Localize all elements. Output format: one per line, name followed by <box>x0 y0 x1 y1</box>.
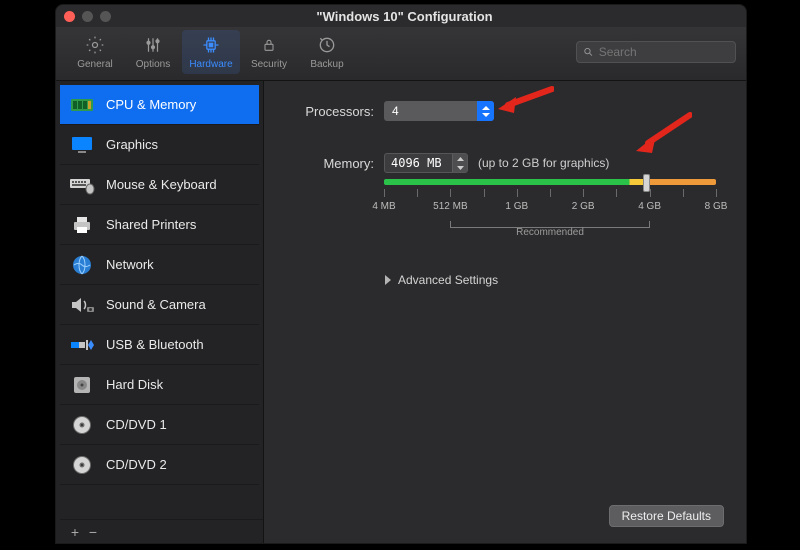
sidebar-add-remove: + − <box>60 519 263 543</box>
sidebar-item-usb-bluetooth[interactable]: USB & Bluetooth <box>60 325 259 365</box>
remove-button[interactable]: − <box>84 524 102 540</box>
sidebar-item-hard-disk[interactable]: Hard Disk <box>60 365 259 405</box>
search-icon <box>583 46 594 58</box>
advanced-settings-toggle[interactable]: Advanced Settings <box>384 273 724 287</box>
chevron-right-icon <box>384 275 392 285</box>
search-input[interactable] <box>599 45 729 59</box>
gear-icon <box>85 34 105 56</box>
sidebar-item-label: CD/DVD 1 <box>106 417 167 432</box>
usb-icon <box>68 333 96 357</box>
processors-label: Processors: <box>286 104 374 119</box>
config-window: "Windows 10" Configuration General Optio… <box>55 4 747 544</box>
sidebar-item-cpu-memory[interactable]: CPU & Memory <box>60 85 259 125</box>
tab-general[interactable]: General <box>66 30 124 74</box>
sidebar: CPU & Memory Graphics Mouse & Keyboard S… <box>56 81 264 543</box>
memory-slider[interactable]: 4 MB 512 MB 1 GB 2 GB 4 GB 8 GB Recommen… <box>384 179 716 235</box>
memory-hint: (up to 2 GB for graphics) <box>478 156 609 170</box>
tab-hardware[interactable]: Hardware <box>182 30 240 74</box>
sidebar-item-label: Hard Disk <box>106 377 163 392</box>
search-field[interactable] <box>576 41 736 63</box>
keyboard-icon <box>68 173 96 197</box>
printer-icon <box>68 213 96 237</box>
select-arrows-icon <box>477 101 494 121</box>
sidebar-item-label: Shared Printers <box>106 217 196 232</box>
sidebar-item-label: Sound & Camera <box>106 297 206 312</box>
memory-value: 4096 MB <box>385 156 452 170</box>
chip-icon <box>200 34 222 56</box>
monitor-icon <box>68 133 96 157</box>
sidebar-item-sound-camera[interactable]: Sound & Camera <box>60 285 259 325</box>
cpu-icon <box>68 93 96 117</box>
sidebar-item-shared-printers[interactable]: Shared Printers <box>60 205 259 245</box>
stepper-arrows-icon <box>452 154 467 172</box>
sidebar-item-cddvd-2[interactable]: CD/DVD 2 <box>60 445 259 485</box>
restore-defaults-button[interactable]: Restore Defaults <box>609 505 724 527</box>
tab-options[interactable]: Options <box>124 30 182 74</box>
sliders-icon <box>144 34 162 56</box>
sidebar-item-label: CD/DVD 2 <box>106 457 167 472</box>
titlebar: "Windows 10" Configuration <box>56 5 746 27</box>
body: CPU & Memory Graphics Mouse & Keyboard S… <box>56 81 746 543</box>
disc-icon <box>68 453 96 477</box>
slider-track <box>384 179 716 185</box>
recommended-range: Recommended <box>384 221 716 235</box>
memory-label: Memory: <box>286 156 374 171</box>
sidebar-item-label: USB & Bluetooth <box>106 337 204 352</box>
window-title: "Windows 10" Configuration <box>71 9 738 24</box>
speaker-icon <box>68 293 96 317</box>
sidebar-item-label: Network <box>106 257 154 272</box>
sidebar-item-cddvd-1[interactable]: CD/DVD 1 <box>60 405 259 445</box>
sidebar-item-label: Mouse & Keyboard <box>106 177 217 192</box>
sidebar-item-label: CPU & Memory <box>106 97 196 112</box>
main-panel: Processors: 4 Memory: 4096 MB <box>264 81 746 543</box>
processors-select[interactable]: 4 <box>384 101 494 121</box>
sidebar-item-mouse-keyboard[interactable]: Mouse & Keyboard <box>60 165 259 205</box>
processors-value: 4 <box>384 104 477 118</box>
tab-security[interactable]: Security <box>240 30 298 74</box>
memory-stepper[interactable]: 4096 MB <box>384 153 468 173</box>
harddisk-icon <box>68 373 96 397</box>
sidebar-item-graphics[interactable]: Graphics <box>60 125 259 165</box>
lock-icon <box>261 34 277 56</box>
sidebar-item-label: Graphics <box>106 137 158 152</box>
backup-icon <box>317 34 337 56</box>
globe-icon <box>68 253 96 277</box>
sidebar-item-network[interactable]: Network <box>60 245 259 285</box>
toolbar: General Options Hardware Security Backup <box>56 27 746 81</box>
tab-backup[interactable]: Backup <box>298 30 356 74</box>
slider-labels: 4 MB 512 MB 1 GB 2 GB 4 GB 8 GB <box>384 201 716 213</box>
add-button[interactable]: + <box>66 524 84 540</box>
disc-icon <box>68 413 96 437</box>
slider-ticks <box>384 189 716 199</box>
